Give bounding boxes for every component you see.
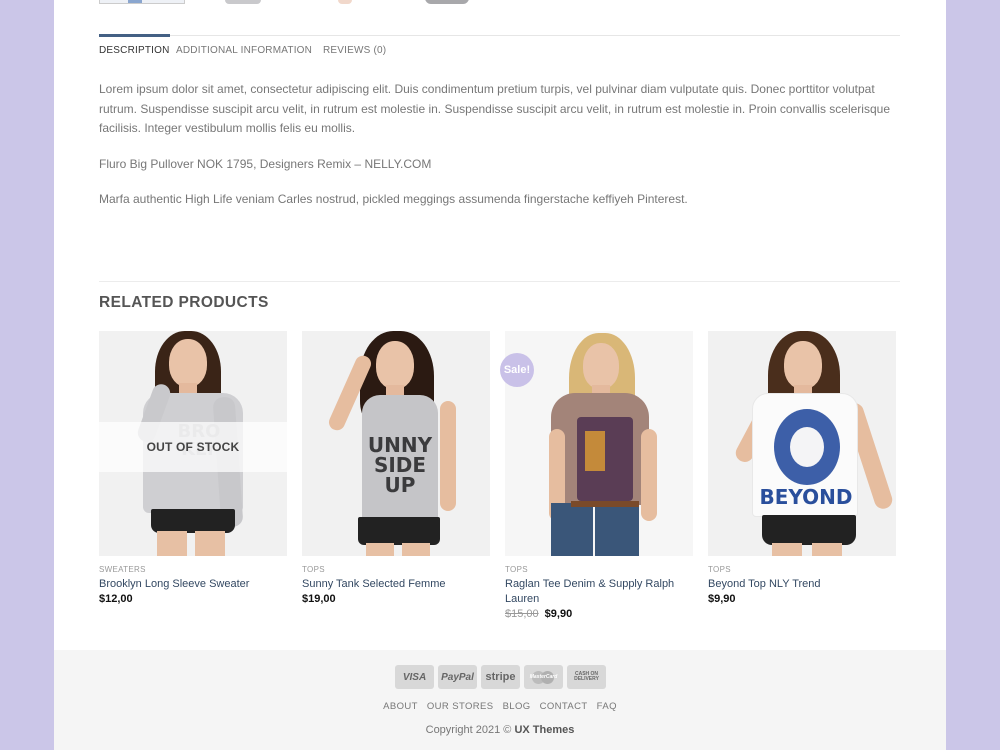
- cash-on-delivery-icon: CASH ON DELIVERY: [567, 665, 606, 689]
- footer-link-faq[interactable]: FAQ: [597, 701, 617, 712]
- footer-link-blog[interactable]: Blog: [503, 701, 531, 712]
- product-category[interactable]: Sweaters: [99, 565, 287, 574]
- description-paragraph: Marfa authentic High Life veniam Carles …: [99, 192, 688, 206]
- copyright-text: Copyright 2021 ©: [425, 724, 512, 736]
- product-category[interactable]: Tops: [708, 565, 896, 574]
- product-page: Description Additional information Revie…: [54, 0, 946, 750]
- old-price: $15,00: [505, 608, 539, 620]
- price-amount: $12,00: [99, 593, 133, 605]
- footer-link-our-stores[interactable]: Our Stores: [427, 701, 494, 712]
- product-title-link[interactable]: Brooklyn Long Sleeve Sweater: [99, 577, 287, 592]
- thumbnail-4[interactable]: [403, 0, 487, 4]
- price-amount: $9,90: [544, 608, 573, 620]
- product-card[interactable]: BROKLY Out of stock Sweaters Brooklyn Lo…: [99, 331, 287, 605]
- price-amount: $19,00: [302, 593, 336, 605]
- footer-link-contact[interactable]: Contact: [540, 701, 588, 712]
- footer: VISA PayPal stripe MasterCard CASH ON DE…: [54, 650, 946, 750]
- product-image[interactable]: BEYOND: [708, 331, 896, 556]
- paypal-icon: PayPal: [438, 665, 477, 689]
- visa-icon: VISA: [395, 665, 434, 689]
- product-price: $19,00: [302, 593, 490, 605]
- footer-nav: About Our Stores Blog Contact FAQ: [54, 701, 946, 712]
- out-of-stock-badge: Out of stock: [99, 422, 287, 472]
- product-title-link[interactable]: Raglan Tee Denim & Supply Ralph Lauren: [505, 577, 693, 607]
- stripe-icon: stripe: [481, 665, 520, 689]
- product-title-link[interactable]: Beyond Top NLY Trend: [708, 577, 896, 592]
- description-paragraph: Fluro Big Pullover NOK 1795, Designers R…: [99, 156, 432, 171]
- product-image[interactable]: UNNY SIDE UP: [302, 331, 490, 556]
- related-products-title: Related Products: [99, 294, 269, 311]
- thumbnail-2[interactable]: [203, 0, 285, 4]
- product-price: $12,00: [99, 593, 287, 605]
- sale-badge: Sale!: [500, 353, 534, 387]
- tab-reviews[interactable]: Reviews (0): [323, 36, 386, 56]
- product-title-link[interactable]: Sunny Tank Selected Femme: [302, 577, 490, 592]
- shirt-print: BEYOND: [759, 485, 853, 509]
- product-tabs: Description Additional information Revie…: [99, 34, 900, 67]
- copyright-brand[interactable]: UX Themes: [514, 724, 574, 736]
- mastercard-icon: MasterCard: [524, 665, 563, 689]
- product-price: $15,00 $9,90: [505, 608, 693, 620]
- product-description: Lorem ipsum dolor sit amet, consectetur …: [99, 80, 900, 226]
- product-card[interactable]: Sale! Tops Raglan Tee Denim & Supply Ral…: [500, 331, 693, 620]
- thumbnail-3[interactable]: [302, 0, 386, 4]
- footer-link-about[interactable]: About: [383, 701, 418, 712]
- thumbnail-1[interactable]: [99, 0, 185, 4]
- section-divider: [99, 281, 900, 282]
- product-category[interactable]: Tops: [505, 565, 693, 574]
- product-card[interactable]: BEYOND Tops Beyond Top NLY Trend $9,90: [708, 331, 896, 605]
- price-amount: $9,90: [708, 593, 736, 605]
- shirt-print: UNNY SIDE UP: [367, 433, 433, 497]
- tab-additional-information[interactable]: Additional information: [176, 36, 312, 56]
- tab-description[interactable]: Description: [99, 34, 170, 56]
- related-products-grid: BROKLY Out of stock Sweaters Brooklyn Lo…: [99, 331, 900, 631]
- copyright: Copyright 2021 © UX Themes: [54, 724, 946, 736]
- product-image[interactable]: BROKLY Out of stock: [99, 331, 287, 556]
- product-price: $9,90: [708, 593, 896, 605]
- payment-icons: VISA PayPal stripe MasterCard CASH ON DE…: [395, 665, 606, 689]
- product-category[interactable]: Tops: [302, 565, 490, 574]
- description-paragraph: Lorem ipsum dolor sit amet, consectetur …: [99, 82, 890, 135]
- product-card[interactable]: UNNY SIDE UP Tops Sunny Tank Selected Femm…: [302, 331, 490, 605]
